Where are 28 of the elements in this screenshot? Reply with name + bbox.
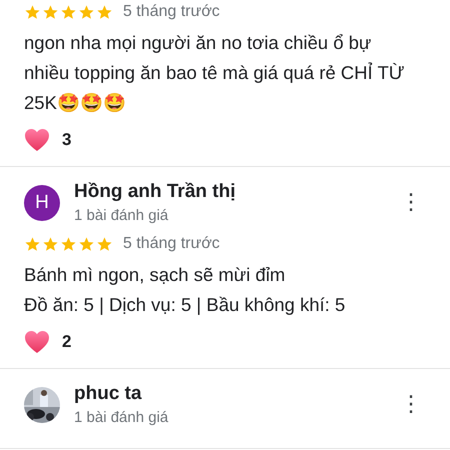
review-text: 25K🤩🤩🤩 <box>24 91 127 115</box>
review-count: 1 bài đánh giá <box>74 409 170 426</box>
review-text: nhiều topping ăn bao tê mà giá quá rẻ CHỈ TỪ <box>24 61 406 85</box>
review-time: 5 tháng trước <box>123 3 220 21</box>
review-time: 5 tháng trước <box>123 235 220 253</box>
reviewer-name[interactable]: phuc ta <box>74 383 382 405</box>
like-count: 2 <box>62 332 72 352</box>
review-text: Bánh mì ngon, sạch sẽ mừi đỉm <box>24 263 286 287</box>
star-icon <box>96 236 113 252</box>
review-text: Đồ ăn: 5 | Dịch vụ: 5 | Bầu không khí: 5 <box>24 293 346 317</box>
review-text: ngon nha mọi người ăn no tơia chiều ổ bự <box>24 31 372 55</box>
star-icon <box>24 4 41 20</box>
star-icon <box>96 4 113 20</box>
like-count: 3 <box>62 130 72 150</box>
star-icon <box>42 236 59 252</box>
star-icon <box>78 236 95 252</box>
avatar[interactable]: H <box>24 184 60 220</box>
star-icon <box>60 4 77 20</box>
more-button[interactable]: ⋮ <box>396 192 426 214</box>
more-button[interactable]: ⋮ <box>396 394 426 416</box>
review-count: 1 bài đánh giá <box>74 207 170 224</box>
star-icon <box>78 4 95 20</box>
heart-icon[interactable] <box>24 128 50 152</box>
star-icon <box>42 4 59 20</box>
reviewer-name[interactable]: Hồng anh Trần thị <box>74 181 382 203</box>
star-icon <box>24 236 41 252</box>
star-icon <box>60 236 77 252</box>
heart-icon[interactable] <box>24 330 50 354</box>
